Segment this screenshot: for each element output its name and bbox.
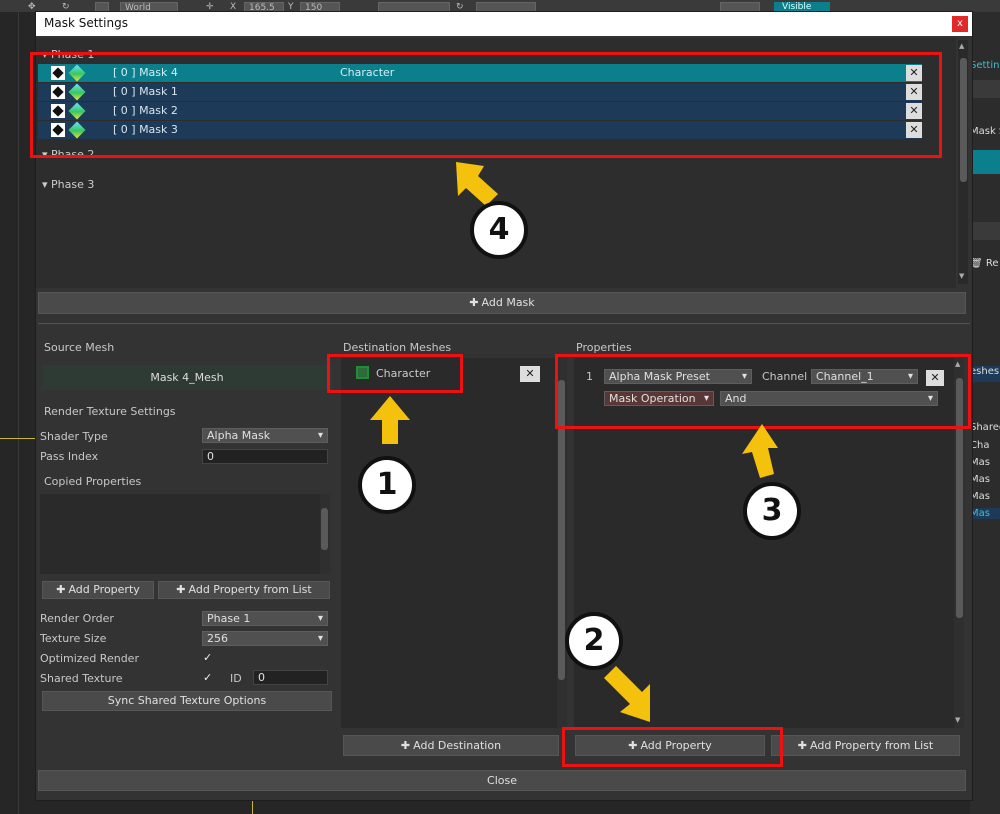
arrow-up-icon [370,396,410,444]
callout-4: 4 [470,201,528,259]
callout-2: 2 [565,612,623,670]
arrow-up-icon [742,424,778,478]
arrow-up-left-icon [456,162,498,206]
callout-3: 3 [743,482,801,540]
arrow-down-right-icon [604,666,650,722]
callout-1: 1 [358,456,416,514]
annotation-arrows [370,162,778,722]
